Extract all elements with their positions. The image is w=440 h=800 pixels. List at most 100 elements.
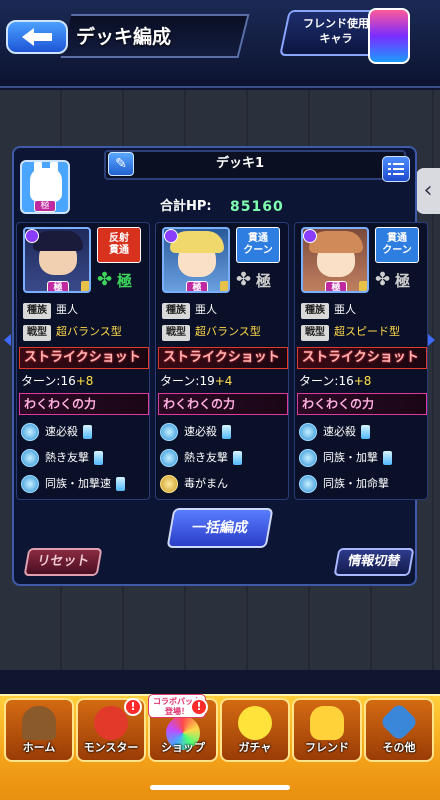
potion-icon: [233, 451, 242, 465]
ability-name: 速必殺: [184, 425, 217, 438]
strike-shot-button[interactable]: ストライクショット: [297, 347, 427, 369]
type-value: 超バランス型: [195, 325, 261, 338]
ability-1: 速必殺: [21, 421, 92, 443]
prev-arrow-icon[interactable]: [4, 334, 11, 346]
race-row: 種族 亜人: [162, 301, 217, 319]
potion-icon: [116, 477, 125, 491]
monster-portrait[interactable]: 極: [301, 227, 369, 293]
element-icon: [25, 229, 39, 243]
clover-icon: ✤: [236, 269, 252, 290]
ability-icon: [21, 475, 39, 493]
ability-name: 同族・加撃速: [45, 477, 111, 490]
clover-icon: ✤: [375, 269, 391, 290]
back-arrow-icon: [22, 28, 52, 46]
total-hp-value: 85160: [230, 199, 284, 215]
info-toggle-button[interactable]: 情報切替: [333, 548, 415, 576]
race-tag: 種族: [23, 303, 51, 319]
nav-shop-label: ショップ: [161, 741, 205, 754]
luck-rank-label: 極: [395, 272, 411, 290]
ability-name: 熱き友撃: [184, 451, 228, 464]
next-arrow-icon[interactable]: [428, 334, 435, 346]
monster-card-2[interactable]: 極 貫通 クーン ✤ 極 種族 亜人 戦型 超バランス型 ストライクショット ターン…: [155, 222, 289, 500]
leader-kyoku-badge: 極: [34, 200, 56, 212]
deck-list-button[interactable]: [382, 156, 410, 182]
monster-portrait[interactable]: 極: [162, 227, 230, 293]
type-value: 超スピード型: [334, 325, 400, 338]
ability-icon: [299, 475, 317, 493]
monster-card-3[interactable]: 極 貫通 クーン ✤ 極 種族 亜人 戦型 超スピード型 ストライクショット ターン…: [294, 222, 428, 500]
edit-deck-name-button[interactable]: ✎: [108, 152, 134, 176]
nav-other-label: その他: [382, 741, 416, 754]
kyoku-badge: 極: [325, 281, 347, 291]
kyoku-badge: 極: [186, 281, 208, 291]
strike-shot-button[interactable]: ストライクショット: [19, 347, 149, 369]
race-tag: 種族: [301, 303, 329, 319]
type-tag: 戦型: [162, 325, 190, 341]
character-hair: [33, 231, 83, 251]
potion-icon: [222, 425, 231, 439]
shop-alert-badge: !: [190, 698, 208, 716]
ability-icon: [21, 423, 39, 441]
leader-avatar[interactable]: 極: [20, 160, 70, 214]
reset-button[interactable]: リセット: [23, 548, 103, 576]
friend-icon: [310, 706, 344, 740]
ability-2: 熱き友撃: [160, 447, 242, 469]
turn-plus: +8: [75, 374, 94, 388]
ability-name: 同族・加撃: [323, 451, 378, 464]
chevron-left-icon: ‹: [423, 178, 433, 203]
monster-alert-badge: !: [124, 698, 142, 716]
friend-character-avatar[interactable]: [368, 8, 410, 64]
page-title: デッキ編成: [76, 26, 172, 48]
kyoku-badge: 極: [47, 281, 69, 291]
gacha-icon: [238, 706, 272, 740]
nav-home[interactable]: ホーム: [4, 698, 74, 762]
clover-icon: ✤: [97, 269, 113, 290]
gimmick-badge: 反射 貫通: [97, 227, 141, 263]
rabbit-face: [30, 168, 62, 202]
luck-rank-label: 極: [256, 272, 272, 290]
nav-friend[interactable]: フレンド: [292, 698, 362, 762]
ability-icon: [160, 475, 178, 493]
monster-portrait[interactable]: 極: [23, 227, 91, 293]
turn-base: ターン:16: [299, 374, 354, 388]
monster-card-1[interactable]: 極 反射 貫通 ✤ 極 種族 亜人 戦型 超バランス型 ストライクショット ターン:…: [16, 222, 150, 500]
ability-icon: [160, 449, 178, 467]
home-indicator[interactable]: [150, 785, 290, 790]
ability-name: 熱き友撃: [45, 451, 89, 464]
turn-count: ターン:19+4: [160, 373, 232, 389]
gimmick-badge: 貫通 クーン: [236, 227, 280, 263]
total-hp-label: 合計HP:: [160, 199, 212, 214]
lock-icon: [359, 281, 367, 291]
race-row: 種族 亜人: [301, 301, 356, 319]
ability-2: 熱き友撃: [21, 447, 103, 469]
nav-home-label: ホーム: [22, 741, 56, 754]
ability-1: 速必殺: [299, 421, 370, 443]
race-tag: 種族: [162, 303, 190, 319]
race-value: 亜人: [195, 303, 217, 316]
race-row: 種族 亜人: [23, 301, 78, 319]
element-icon: [164, 229, 178, 243]
nav-other[interactable]: その他: [364, 698, 434, 762]
ability-name: 同族・加命撃: [323, 477, 389, 490]
ability-icon: [160, 423, 178, 441]
wakuwaku-power-label[interactable]: わくわくの力: [19, 393, 149, 415]
turn-base: ターン:19: [160, 374, 215, 388]
wakuwaku-power-label[interactable]: わくわくの力: [158, 393, 288, 415]
nav-monster-label: モンスター: [83, 741, 139, 754]
nav-gacha[interactable]: ガチャ: [220, 698, 290, 762]
type-value: 超バランス型: [56, 325, 122, 338]
bulk-organize-button[interactable]: 一括編成: [166, 508, 274, 548]
potion-icon: [383, 451, 392, 465]
back-button[interactable]: [6, 20, 68, 54]
ability-1: 速必殺: [160, 421, 231, 443]
wakuwaku-power-label[interactable]: わくわくの力: [297, 393, 427, 415]
potion-icon: [94, 451, 103, 465]
type-tag: 戦型: [301, 325, 329, 341]
side-drawer-tab[interactable]: ‹: [416, 168, 440, 214]
strike-shot-button[interactable]: ストライクショット: [158, 347, 288, 369]
list-icon: [388, 163, 404, 175]
type-row: 戦型 超バランス型: [23, 323, 122, 341]
deck-name: デッキ1: [215, 156, 265, 171]
race-value: 亜人: [56, 303, 78, 316]
ability-name: 速必殺: [323, 425, 356, 438]
